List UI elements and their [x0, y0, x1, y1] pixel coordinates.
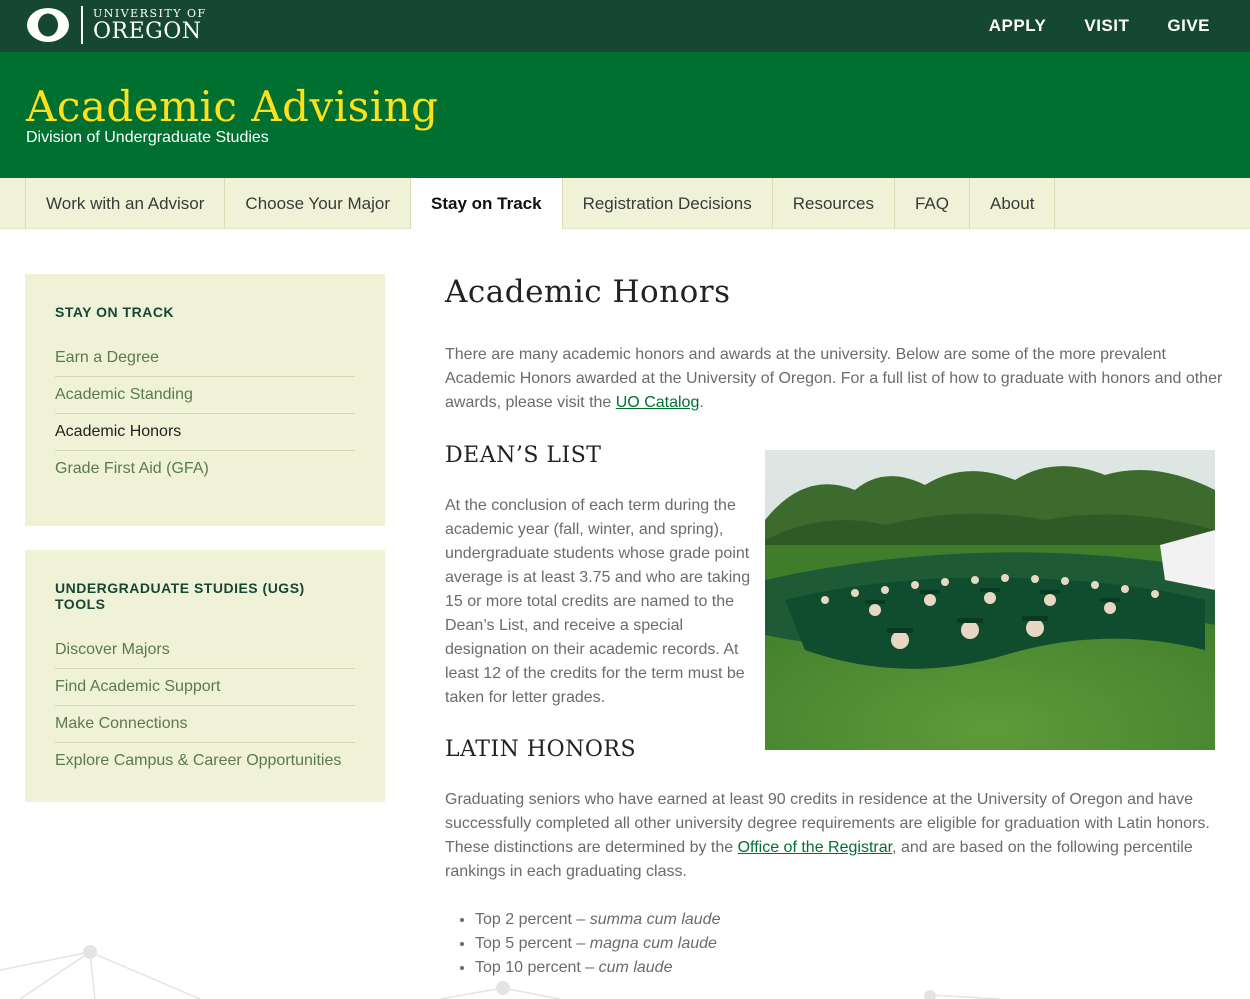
sidebar-item-find-academic-support[interactable]: Find Academic Support	[55, 669, 355, 706]
deans-list-paragraph: At the conclusion of each term during th…	[445, 497, 751, 706]
nav-stay-on-track[interactable]: Stay on Track	[410, 178, 562, 229]
nav-about[interactable]: About	[969, 178, 1056, 229]
sidebar-item-earn-a-degree[interactable]: Earn a Degree	[55, 340, 355, 377]
site-banner: Academic Advising Division of Undergradu…	[0, 52, 1250, 178]
visit-link[interactable]: VISIT	[1084, 16, 1129, 36]
top-bar: UNIVERSITY OF OREGON APPLY VISIT GIVE	[0, 0, 1250, 52]
sidebar-ugs-tools: UNDERGRADUATE STUDIES (UGS) TOOLS Discov…	[25, 550, 385, 802]
sidebar-heading: STAY ON TRACK	[55, 304, 175, 320]
office-of-the-registrar-link[interactable]: Office of the Registrar	[738, 839, 892, 856]
logo-line-1: UNIVERSITY OF	[93, 6, 207, 20]
nav-work-with-an-advisor[interactable]: Work with an Advisor	[25, 178, 224, 229]
site-title[interactable]: Academic Advising	[26, 82, 439, 131]
top-links: APPLY VISIT GIVE	[989, 16, 1210, 36]
uo-catalog-link[interactable]: UO Catalog	[616, 394, 700, 411]
sidebar-heading: UNDERGRADUATE STUDIES (UGS) TOOLS	[55, 580, 305, 612]
nav-resources[interactable]: Resources	[771, 178, 894, 229]
university-logo[interactable]: UNIVERSITY OF OREGON	[25, 6, 207, 44]
sidebar-stay-on-track: STAY ON TRACK Earn a Degree Academic Sta…	[25, 274, 385, 526]
logo-wordmark: UNIVERSITY OF OREGON	[93, 8, 207, 43]
uo-o-icon	[27, 8, 69, 42]
main-nav: Work with an Advisor Choose Your Major S…	[0, 178, 1250, 229]
apply-link[interactable]: APPLY	[989, 16, 1047, 36]
latin-honors-heading: LATIN HONORS	[445, 737, 637, 762]
logo-line-2: OREGON	[93, 18, 202, 44]
logo-divider	[81, 6, 83, 44]
intro-text-end: .	[699, 394, 704, 411]
decorative-network-graphic	[0, 945, 1001, 999]
graduation-photo	[765, 450, 1215, 750]
sidebar-item-discover-majors[interactable]: Discover Majors	[55, 632, 355, 669]
latin-honors-paragraph: Graduating seniors who have earned at le…	[445, 788, 1230, 884]
nav-choose-your-major[interactable]: Choose Your Major	[224, 178, 410, 229]
sidebar-item-academic-standing[interactable]: Academic Standing	[55, 377, 355, 414]
main-content: Academic Honors There are many academic …	[445, 274, 1230, 415]
list-item: Top 2 percent – summa cum laude	[475, 908, 720, 932]
sidebar-item-grade-first-aid[interactable]: Grade First Aid (GFA)	[55, 451, 355, 487]
give-link[interactable]: GIVE	[1167, 16, 1210, 36]
sidebar-item-explore-campus[interactable]: Explore Campus & Career Opportunities	[55, 743, 355, 779]
intro-text: There are many academic honors and award…	[445, 346, 1223, 411]
deans-list-heading: DEAN’S LIST	[445, 443, 602, 468]
sidebar-item-academic-honors[interactable]: Academic Honors	[55, 414, 355, 451]
honor-latin: summa cum laude	[589, 911, 721, 928]
honor-label: Top 2 percent –	[475, 911, 590, 928]
page-title: Academic Honors	[445, 274, 731, 310]
nav-registration-decisions[interactable]: Registration Decisions	[561, 178, 772, 229]
nav-faq[interactable]: FAQ	[893, 178, 969, 229]
site-subtitle: Division of Undergraduate Studies	[26, 129, 269, 146]
sidebar-item-make-connections[interactable]: Make Connections	[55, 706, 355, 743]
intro-paragraph: There are many academic honors and award…	[445, 343, 1230, 415]
